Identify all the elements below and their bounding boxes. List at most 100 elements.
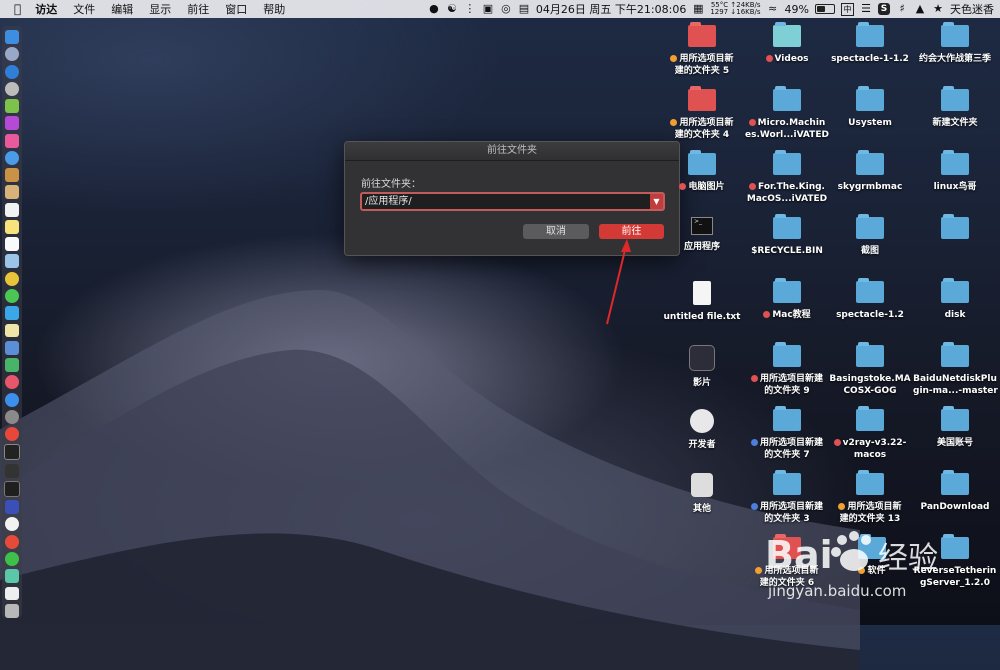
menu-view[interactable]: 显示 xyxy=(141,1,179,17)
datetime[interactable]: 04月26日 周五 下午21:08:06 xyxy=(536,1,686,17)
battery-percent[interactable]: 49% xyxy=(785,3,809,16)
battery-icon[interactable] xyxy=(815,4,835,14)
desktop-folder[interactable]: 用所选项目新 建的文件夹 13 xyxy=(828,470,912,525)
android-icon[interactable] xyxy=(5,99,19,114)
desktop-app[interactable]: 其他 xyxy=(660,473,744,515)
finder-icon[interactable] xyxy=(5,30,19,44)
history-dropdown-button[interactable]: ▼ xyxy=(650,192,665,211)
desktop-folder[interactable]: $RECYCLE.BIN xyxy=(745,214,829,257)
desktop-folder[interactable]: 用所选项目新 建的文件夹 4 xyxy=(660,86,744,141)
monitor-icon[interactable] xyxy=(5,463,19,478)
photos-icon[interactable] xyxy=(5,254,19,269)
desktop-folder[interactable]: Videos xyxy=(745,22,829,65)
desktop-folder[interactable]: 电脑图片 xyxy=(660,150,744,193)
desktop-folder[interactable]: linux鸟哥 xyxy=(913,150,997,193)
desktop-folder[interactable]: 用所选项目新建 的文件夹 9 xyxy=(745,342,829,397)
menu-go[interactable]: 前往 xyxy=(179,1,217,17)
item-label: skygrmbmac xyxy=(837,182,903,192)
app-grid-icon[interactable]: ▦ xyxy=(692,3,704,15)
calendar-icon[interactable]: ▤ xyxy=(518,3,530,15)
desktop-folder[interactable]: Mac教程 xyxy=(745,278,829,321)
folder-icon xyxy=(773,214,801,239)
activity-icon[interactable] xyxy=(4,480,20,497)
star-icon[interactable]: ★ xyxy=(932,3,944,15)
menu-finder[interactable]: 访达 xyxy=(27,1,65,17)
desktop-folder[interactable]: Usystem xyxy=(828,86,912,129)
volume-icon[interactable]: ▲ xyxy=(914,3,926,15)
desktop-app[interactable]: 影片 xyxy=(660,345,744,389)
menu-file[interactable]: 文件 xyxy=(65,1,103,17)
folder-icon xyxy=(856,470,884,495)
desktop-folder[interactable]: 新建文件夹 xyxy=(913,86,997,129)
rocket-icon[interactable] xyxy=(5,81,19,96)
yandex-icon[interactable] xyxy=(5,517,19,532)
sync-icon[interactable]: ☯ xyxy=(446,3,458,15)
desktop-folder[interactable]: For.The.King. MacOS...iVATED xyxy=(745,150,829,205)
keynote-icon[interactable] xyxy=(5,340,19,355)
desktop-folder[interactable]: spectacle-1-1.2 xyxy=(828,22,912,65)
charts-icon[interactable] xyxy=(5,358,19,373)
app-purple-icon[interactable] xyxy=(5,116,19,131)
app-store-icon[interactable] xyxy=(5,392,19,407)
desktop-folder[interactable]: 用所选项目新建 的文件夹 3 xyxy=(745,470,829,525)
safari-icon[interactable] xyxy=(5,64,19,79)
contacts-icon[interactable] xyxy=(5,185,19,200)
messages-icon[interactable] xyxy=(5,288,19,303)
menu-window[interactable]: 窗口 xyxy=(217,1,255,17)
desktop-folder[interactable] xyxy=(913,214,997,245)
menu-edit[interactable]: 编辑 xyxy=(103,1,141,17)
trash-icon[interactable] xyxy=(5,603,19,618)
desktop-folder[interactable]: disk xyxy=(913,278,997,321)
wifi-icon[interactable]: ≈ xyxy=(767,3,779,15)
calendar-dock-icon[interactable] xyxy=(5,202,19,217)
folder-path-input[interactable]: /应用程序/ xyxy=(360,192,657,211)
terminal-icon[interactable] xyxy=(4,444,20,461)
bluetooth-icon[interactable]: ♯ xyxy=(896,3,908,15)
reminders-icon[interactable] xyxy=(5,237,19,252)
list-icon[interactable]: ☰ xyxy=(860,3,872,15)
desktop-folder[interactable]: Micro.Machin es.Worl...iVATED xyxy=(745,86,829,141)
qq-icon[interactable]: ● xyxy=(428,3,440,15)
desktop-folder[interactable]: skygrmbmac xyxy=(828,150,912,193)
go-button[interactable]: 前往 xyxy=(599,224,664,239)
vivaldi-icon[interactable] xyxy=(5,427,19,442)
wechat-icon[interactable] xyxy=(5,551,19,566)
desktop-app[interactable]: >_ 应用程序 xyxy=(660,217,744,253)
facetime-icon[interactable] xyxy=(5,306,19,321)
desktop-folder[interactable]: 美国账号 xyxy=(913,406,997,449)
dots-icon[interactable]: ⋮ xyxy=(464,3,476,15)
compass-icon[interactable] xyxy=(5,150,19,165)
app-pink-icon[interactable] xyxy=(5,133,19,148)
file-icon[interactable] xyxy=(5,586,19,601)
desktop-folder[interactable]: 用所选项目新 建的文件夹 5 xyxy=(660,22,744,77)
user-name[interactable]: 天色迷香 xyxy=(950,1,994,17)
desktop-folder[interactable]: 截图 xyxy=(828,214,912,257)
image-icon[interactable]: ▣ xyxy=(482,3,494,15)
system-stats[interactable]: 55°C ↑24KB/s 1297 ↓16KB/s xyxy=(710,2,760,16)
preferences-icon[interactable] xyxy=(5,409,19,424)
app-green-icon[interactable] xyxy=(5,569,19,584)
desktop-folder[interactable]: BaiduNetdiskPlu gin-ma...-master xyxy=(913,342,998,397)
music-icon[interactable] xyxy=(5,375,19,390)
desktop-folder[interactable]: 用所选项目新建 的文件夹 7 xyxy=(745,406,829,461)
s-app-icon[interactable]: S xyxy=(878,3,890,15)
desktop-app[interactable]: 开发者 xyxy=(660,409,744,451)
notes-icon[interactable] xyxy=(5,219,19,234)
globe-icon[interactable]: ◎ xyxy=(500,3,512,15)
desktop-folder[interactable]: Basingstoke.MA COSX-GOG xyxy=(828,342,912,397)
input-method-indicator[interactable]: 中 xyxy=(841,2,854,16)
vpn-icon[interactable] xyxy=(5,500,19,515)
chrome-icon[interactable] xyxy=(5,271,19,286)
apple-menu-icon[interactable]:  xyxy=(0,2,27,16)
weibo-icon[interactable] xyxy=(5,534,19,549)
desktop-folder[interactable]: spectacle-1.2 xyxy=(828,278,912,321)
desktop-folder[interactable]: v2ray-v3.22- macos xyxy=(828,406,912,461)
desktop-folder[interactable]: PanDownload xyxy=(913,470,997,513)
menu-help[interactable]: 帮助 xyxy=(255,1,293,17)
book-icon[interactable] xyxy=(5,168,19,183)
desktop-folder[interactable]: 约会大作战第三季 xyxy=(913,22,997,65)
sketch-icon[interactable] xyxy=(5,323,19,338)
desktop-file[interactable]: untitled file.txt xyxy=(660,281,744,323)
cancel-button[interactable]: 取消 xyxy=(523,224,589,239)
launchpad-icon[interactable] xyxy=(5,47,19,62)
